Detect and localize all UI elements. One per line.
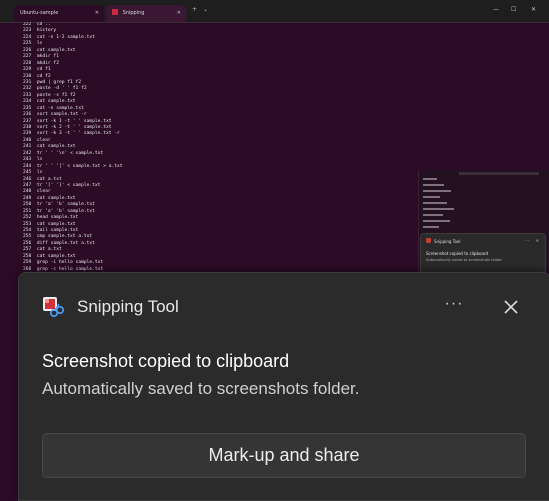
app-name: Snipping Tool	[77, 297, 179, 316]
tab-snipping[interactable]: Snipping ✕	[106, 5, 186, 22]
preview-text-line	[423, 184, 444, 186]
minimize-button[interactable]: —	[493, 6, 499, 13]
maximize-button[interactable]: ☐	[511, 6, 516, 13]
more-options-button[interactable]: ···	[439, 293, 469, 321]
preview-text-line	[423, 226, 439, 228]
markup-and-share-button[interactable]: Mark-up and share	[42, 433, 526, 478]
preview-text-line	[423, 196, 440, 198]
snipping-tool-icon	[426, 238, 431, 243]
preview-text-line	[423, 202, 447, 204]
tab-dropdown-button[interactable]: ⌄	[203, 6, 208, 13]
notification-subtext: Automatically saved to screenshots folde…	[42, 379, 360, 398]
background-toast-preview: Snipping Tool ··· ✕ Screenshot copied to…	[420, 233, 546, 275]
tab-label: Snipping	[122, 10, 145, 16]
close-window-button[interactable]: ✕	[531, 6, 536, 13]
close-icon: ✕	[535, 238, 539, 243]
terminal-tab-bar: Ubuntu-sample ✕ Snipping ✕ + ⌄ — ☐ ✕	[0, 0, 549, 23]
preview-text-line	[423, 208, 454, 210]
preview-title-bar	[459, 172, 539, 175]
preview-headline: Screenshot copied to clipboard	[426, 251, 489, 256]
tab-ubuntu[interactable]: Ubuntu-sample ✕	[14, 5, 104, 22]
preview-text-line	[423, 178, 437, 180]
tab-label: Ubuntu-sample	[20, 10, 59, 16]
notification-headline: Screenshot copied to clipboard	[42, 351, 290, 371]
more-icon: ···	[525, 238, 529, 243]
close-icon[interactable]	[497, 293, 525, 321]
snipping-tool-icon	[43, 297, 64, 318]
new-tab-button[interactable]: +	[192, 6, 197, 13]
snipping-tool-icon	[112, 9, 118, 15]
terminal-output[interactable]: 222 cd .. 223 history 224 cat -n 1-2 sampl…	[23, 22, 403, 292]
close-tab-icon[interactable]: ✕	[177, 5, 181, 22]
preview-text-line	[423, 190, 451, 192]
close-tab-icon[interactable]: ✕	[95, 5, 99, 22]
preview-subtext: Automatically saved to screenshots folde…	[426, 258, 503, 262]
preview-app-name: Snipping Tool	[434, 239, 461, 244]
preview-text-line	[423, 220, 450, 222]
preview-text-line	[423, 214, 443, 216]
snipping-tool-notification: Snipping Tool ··· Screenshot copied to c…	[18, 272, 549, 501]
